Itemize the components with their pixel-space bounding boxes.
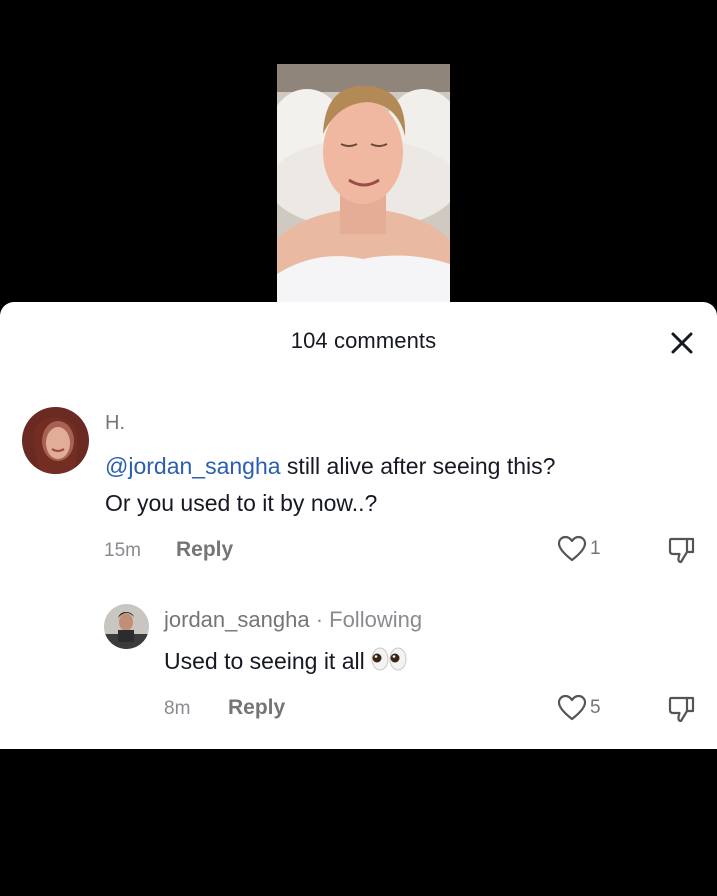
- thumbs-down-icon: [668, 696, 695, 723]
- reply-author[interactable]: jordan_sangha · Following: [164, 607, 422, 633]
- comment-text-line2: Or you used to it by now..?: [105, 490, 378, 516]
- comments-count-title: 104 comments: [290, 328, 437, 353]
- close-icon: [671, 332, 693, 354]
- like-button[interactable]: 1: [557, 535, 601, 563]
- dislike-button[interactable]: [667, 535, 697, 565]
- reply-reply-button[interactable]: Reply: [228, 696, 285, 720]
- heart-icon: [557, 535, 587, 562]
- user-avatar-image: [22, 407, 89, 474]
- reply-like-button[interactable]: 5: [557, 694, 601, 722]
- avatar[interactable]: [22, 407, 89, 474]
- eyes-emoji-icon: [371, 645, 407, 682]
- reply-user-avatar-image: [104, 604, 149, 649]
- reply-avatar[interactable]: [104, 604, 149, 649]
- reply-dislike-button[interactable]: [667, 694, 697, 724]
- reply-timestamp: 8m: [164, 698, 191, 719]
- user-mention-link[interactable]: @jordan_sangha: [105, 453, 281, 479]
- reply-button[interactable]: Reply: [176, 538, 233, 562]
- reply-like-count: 5: [590, 697, 601, 718]
- comment-text-line1: still alive after seeing this?: [280, 453, 556, 479]
- video-thumbnail[interactable]: [277, 64, 450, 306]
- reply-author-name[interactable]: jordan_sangha: [164, 607, 310, 632]
- heart-icon: [557, 694, 587, 721]
- video-frame-image: [277, 64, 450, 306]
- comment-timestamp: 15m: [104, 540, 141, 561]
- like-count: 1: [590, 538, 601, 559]
- reply-text: Used to seeing it all: [164, 643, 407, 682]
- reply-text-content: Used to seeing it all: [164, 648, 365, 674]
- comments-sheet: 104 comments H. @jordan_sangha still ali…: [0, 302, 717, 749]
- thumbs-down-icon: [668, 537, 695, 564]
- comment-author[interactable]: H.: [105, 412, 125, 435]
- comment-text: @jordan_sangha still alive after seeing …: [105, 448, 695, 522]
- following-label: · Following: [309, 607, 423, 632]
- close-button[interactable]: [667, 328, 697, 358]
